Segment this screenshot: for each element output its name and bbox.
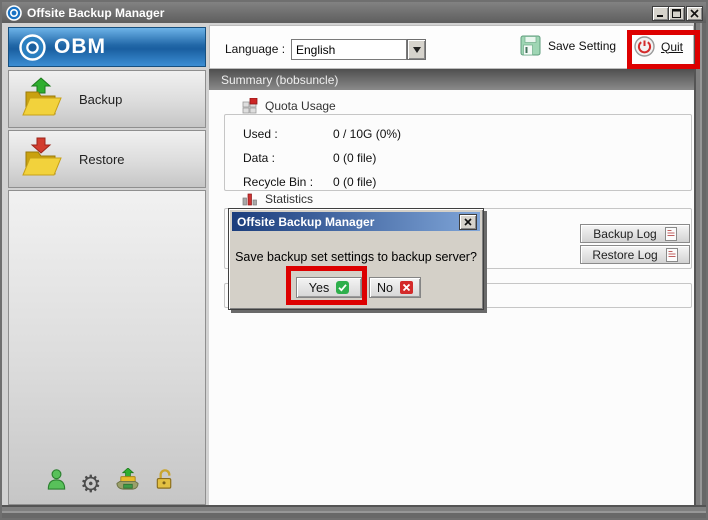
quota-grid-icon <box>242 98 258 114</box>
statistics-bars-icon <box>242 192 258 206</box>
quit-label: Quit <box>661 40 683 54</box>
save-floppy-icon <box>520 35 541 56</box>
restore-folder-icon <box>19 137 65 181</box>
window-frame-right <box>694 23 706 518</box>
app-window: Offsite Backup Manager OBM Backup <box>0 0 708 520</box>
quit-button[interactable]: Quit <box>634 36 683 57</box>
obm-logo-text: OBM <box>54 35 106 59</box>
dialog-close-button[interactable] <box>459 214 477 230</box>
window-frame-bottom <box>2 505 706 518</box>
x-icon <box>400 281 413 294</box>
sidebar-item-backup[interactable]: Backup <box>8 70 206 128</box>
quota-row-value: 0 (0 file) <box>333 175 376 189</box>
language-select[interactable]: English <box>291 39 407 60</box>
dialog-title-bar: Offsite Backup Manager <box>232 212 480 231</box>
backup-now-icon[interactable] <box>115 468 140 496</box>
quota-row-label: Data : <box>243 151 275 165</box>
app-logo-icon <box>6 5 22 21</box>
quota-row-label: Recycle Bin : <box>243 175 313 189</box>
backup-log-label: Backup Log <box>593 227 656 241</box>
dialog-title: Offsite Backup Manager <box>237 215 374 229</box>
main-toolbar: Language : English Save Setting <box>209 25 694 69</box>
minimize-button[interactable] <box>652 6 669 21</box>
window-title: Offsite Backup Manager <box>27 6 164 20</box>
power-quit-icon <box>634 36 655 57</box>
statistics-legend-text: Statistics <box>265 192 313 206</box>
save-setting-button[interactable]: Save Setting <box>520 35 616 56</box>
quota-usage-legend-text: Quota Usage <box>265 99 336 113</box>
summary-header: Summary (bobsuncle) <box>209 69 694 90</box>
close-button[interactable] <box>686 6 703 21</box>
confirm-dialog: Offsite Backup Manager Save backup set s… <box>228 208 484 310</box>
backup-folder-icon <box>19 77 65 121</box>
language-dropdown-arrow[interactable] <box>407 39 426 60</box>
restore-log-label: Restore Log <box>592 248 657 262</box>
quota-usage-fieldset: Used : 0 / 10G (0%) Data : 0 (0 file) Re… <box>224 114 692 191</box>
lock-icon[interactable] <box>153 468 176 496</box>
maximize-button[interactable] <box>668 6 685 21</box>
sidebar-item-label: Restore <box>79 152 125 167</box>
save-setting-label: Save Setting <box>548 39 616 53</box>
restore-log-button[interactable]: Restore Log <box>580 245 690 264</box>
language-label: Language : <box>225 42 285 56</box>
yes-button-label: Yes <box>309 281 329 295</box>
backup-log-button[interactable]: Backup Log <box>580 224 690 243</box>
yes-button[interactable]: Yes <box>296 277 362 298</box>
dialog-message: Save backup set settings to backup serve… <box>229 250 483 264</box>
statistics-legend: Statistics <box>237 192 318 206</box>
log-document-icon <box>666 248 678 262</box>
sidebar-item-label: Backup <box>79 92 122 107</box>
profile-user-icon[interactable] <box>45 468 68 496</box>
close-icon <box>464 218 472 226</box>
quota-row-value: 0 / 10G (0%) <box>333 127 401 141</box>
log-document-icon <box>665 227 677 241</box>
no-button-label: No <box>377 281 393 295</box>
title-bar: Offsite Backup Manager <box>2 2 706 23</box>
no-button[interactable]: No <box>369 277 421 298</box>
sidebar-logo-panel[interactable]: OBM <box>8 27 206 67</box>
chevron-down-icon <box>413 47 421 53</box>
quota-row-value: 0 (0 file) <box>333 151 376 165</box>
sidebar-tools-panel: ⚙ <box>8 190 206 505</box>
summary-header-text: Summary (bobsuncle) <box>221 73 338 87</box>
quota-usage-legend: Quota Usage <box>237 98 341 114</box>
quota-row-label: Used : <box>243 127 278 141</box>
obm-logo-icon <box>19 34 46 61</box>
check-icon <box>336 281 349 294</box>
settings-gear-icon[interactable]: ⚙ <box>80 473 102 496</box>
sidebar-item-restore[interactable]: Restore <box>8 130 206 188</box>
